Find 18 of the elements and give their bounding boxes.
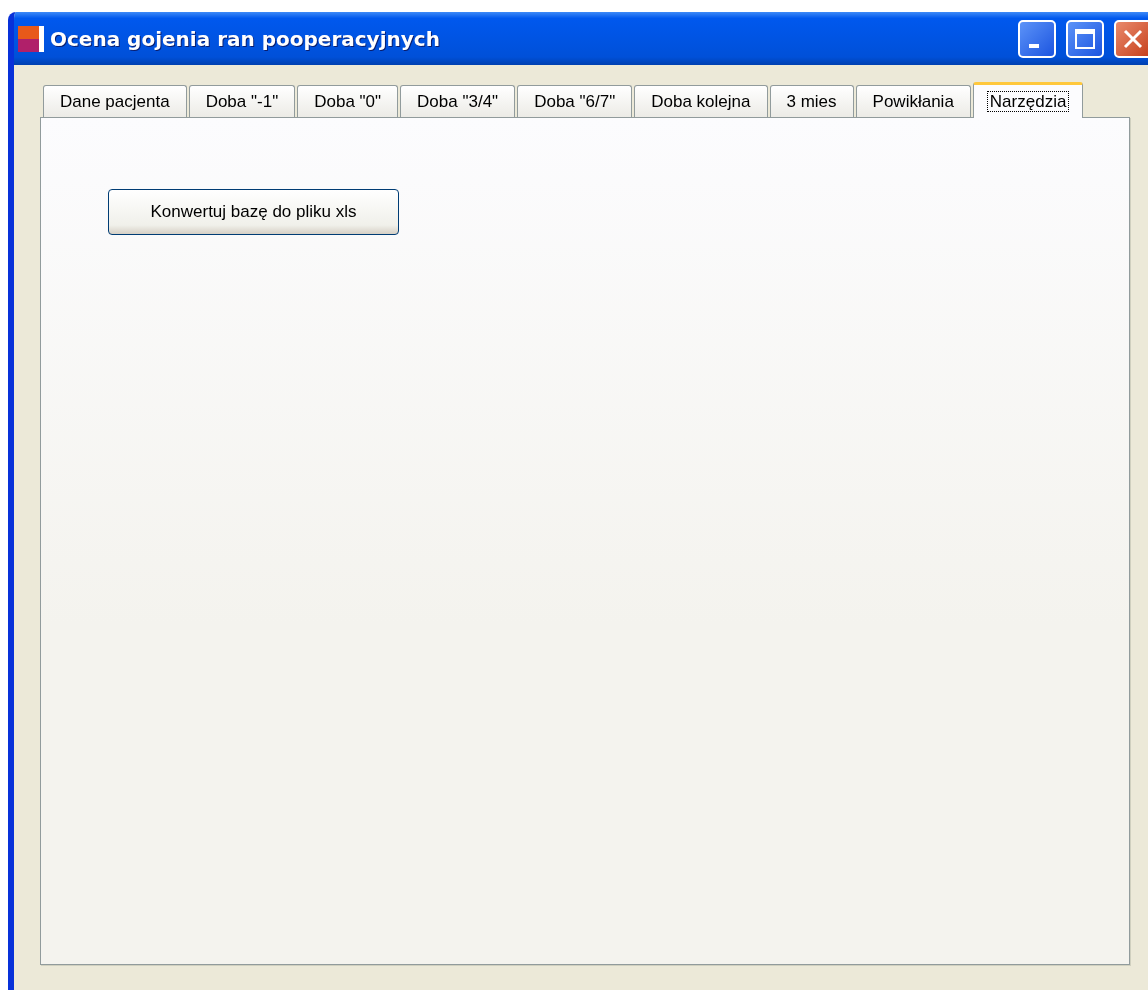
window-title: Ocena gojenia ran pooperacyjnych	[50, 26, 441, 51]
tab[interactable]: Dane pacjenta	[43, 85, 187, 117]
tab[interactable]: Doba "0"	[297, 85, 399, 117]
convert-button[interactable]: Konwertuj bazę do pliku xls	[108, 189, 399, 235]
close-icon	[1122, 27, 1144, 50]
close-button[interactable]	[1114, 19, 1148, 58]
minimize-button[interactable]	[1018, 19, 1056, 58]
tab[interactable]: Doba "-1"	[188, 85, 296, 117]
tab[interactable]: Narzędzia	[972, 82, 1084, 118]
maximize-button[interactable]	[1066, 19, 1104, 58]
app-icon	[18, 25, 44, 52]
tab[interactable]: Doba "3/4"	[400, 85, 516, 117]
tab[interactable]: 3 mies	[769, 85, 854, 117]
tab[interactable]: Doba kolejna	[634, 85, 768, 117]
minimize-icon	[1029, 43, 1039, 48]
maximize-icon	[1074, 27, 1096, 50]
tab[interactable]: Powikłania	[855, 85, 971, 117]
tab[interactable]: Doba "6/7"	[517, 85, 633, 117]
